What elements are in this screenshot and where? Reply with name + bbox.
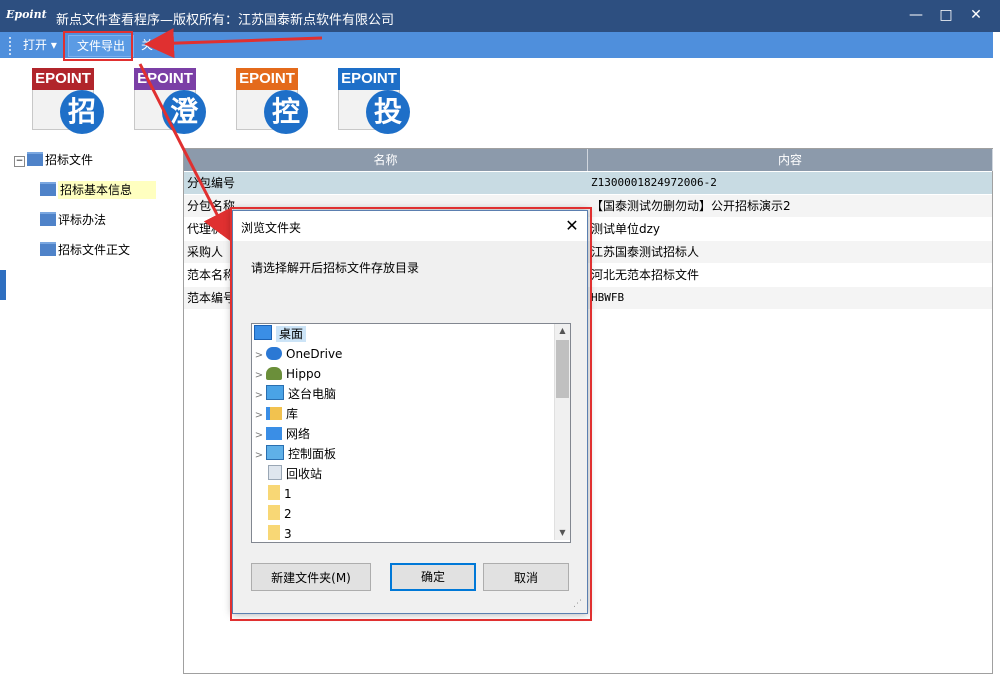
arrow-to-dialog: [138, 63, 231, 242]
annotation-box-dialog: [230, 207, 592, 621]
arrow-to-export: [144, 28, 323, 59]
